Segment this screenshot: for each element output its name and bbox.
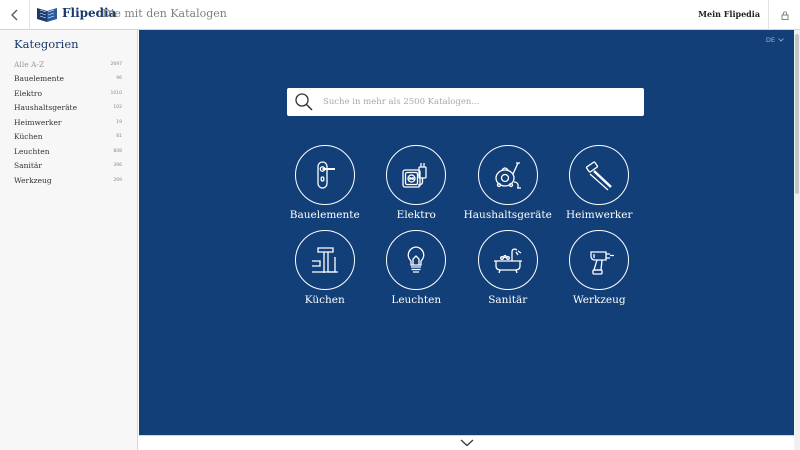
sidebar-item-count: 269 <box>113 177 122 183</box>
search-bar <box>287 88 644 116</box>
vacuum-cleaner-icon <box>495 162 521 189</box>
top-bar: Flipedia Die mit den Katalogen Mein Flip… <box>0 0 800 30</box>
category-tile-kuechen[interactable]: Küchen <box>279 230 371 306</box>
category-circle <box>477 230 538 290</box>
sidebar-item-bauelemente[interactable]: Bauelemente 96 <box>14 72 122 87</box>
sidebar-item-count: 96 <box>116 76 122 82</box>
category-list: Alle A-Z 2697 Bauelemente 96 Elektro 101… <box>14 57 122 188</box>
bathtub-icon <box>493 248 522 274</box>
sidebar-item-label: Küchen <box>14 132 43 142</box>
login-button[interactable] <box>768 0 800 30</box>
category-tile-werkzeug[interactable]: Werkzeug <box>554 230 646 306</box>
back-button[interactable] <box>0 0 30 30</box>
category-label: Werkzeug <box>572 294 626 306</box>
chevron-down-icon <box>778 38 784 42</box>
search-icon[interactable] <box>294 92 314 112</box>
scroll-down-bar[interactable] <box>139 435 794 450</box>
scrollbar-thumb[interactable] <box>795 34 799 194</box>
category-label: Leuchten <box>391 294 442 306</box>
sidebar-item-count: 396 <box>113 163 122 169</box>
sidebar-item-label: Bauelemente <box>14 74 64 84</box>
category-circle <box>294 230 355 290</box>
category-tile-leuchten[interactable]: Leuchten <box>371 230 463 306</box>
sidebar-item-kuechen[interactable]: Küchen 81 <box>14 130 122 145</box>
category-circle <box>477 145 538 205</box>
page-scrollbar[interactable] <box>794 30 800 450</box>
sidebar-item-label: Elektro <box>14 88 42 98</box>
category-tile-heimwerker[interactable]: Heimwerker <box>554 145 646 221</box>
paint-roller-icon <box>586 161 613 191</box>
category-sidebar: Kategorien Alle A-Z 2697 Bauelemente 96 … <box>0 30 138 450</box>
chevron-down-icon[interactable] <box>460 439 474 447</box>
category-label: Elektro <box>396 209 436 221</box>
sidebar-item-label: Werkzeug <box>14 175 52 185</box>
category-circle <box>386 230 447 290</box>
category-tile-elektro[interactable]: Elektro <box>371 145 463 221</box>
sidebar-item-count: 102 <box>113 105 122 111</box>
sidebar-item-count: 19 <box>116 119 122 125</box>
sidebar-title: Kategorien <box>14 37 79 51</box>
main-panel: DE Bauelemente <box>139 30 794 435</box>
category-circle <box>294 145 355 205</box>
category-label: Bauelemente <box>289 209 360 221</box>
kitchen-faucet-icon <box>311 247 338 273</box>
sidebar-item-werkzeug[interactable]: Werkzeug 269 <box>14 173 122 188</box>
book-logo-icon[interactable] <box>36 6 58 24</box>
language-label: DE <box>765 36 775 44</box>
language-selector[interactable]: DE <box>766 36 784 44</box>
sidebar-item-label: Heimwerker <box>14 117 62 127</box>
door-handle-icon <box>317 161 335 189</box>
category-tile-haushaltsgeraete[interactable]: Haushaltsgeräte <box>462 145 554 221</box>
sidebar-item-label: Haushaltsgeräte <box>14 103 78 113</box>
category-tile-sanitaer[interactable]: Sanitär <box>462 230 554 306</box>
sidebar-item-label: Alle A-Z <box>14 59 45 69</box>
mein-flipedia-link[interactable]: Mein Flipedia <box>698 9 760 19</box>
sidebar-item-count: 808 <box>113 148 122 154</box>
category-label: Heimwerker <box>565 209 633 221</box>
lock-icon <box>781 11 788 20</box>
category-label: Sanitär <box>488 294 528 306</box>
sidebar-item-alle[interactable]: Alle A-Z 2697 <box>14 57 122 72</box>
sidebar-item-elektro[interactable]: Elektro 1010 <box>14 86 122 101</box>
sidebar-item-leuchten[interactable]: Leuchten 808 <box>14 144 122 159</box>
category-label: Küchen <box>304 294 345 306</box>
search-input[interactable] <box>323 97 623 107</box>
power-plug-icon <box>402 163 427 188</box>
category-grid: Bauelemente Elektro Haushaltsgeräte Heim… <box>279 145 659 306</box>
category-circle <box>569 230 630 290</box>
category-label: Haushaltsgeräte <box>463 209 552 221</box>
power-drill-icon <box>590 251 615 275</box>
sidebar-item-count: 81 <box>116 134 122 140</box>
chevron-left-icon <box>10 9 17 21</box>
sidebar-item-heimwerker[interactable]: Heimwerker 19 <box>14 115 122 130</box>
sidebar-item-haushaltsgeraete[interactable]: Haushaltsgeräte 102 <box>14 101 122 116</box>
category-circle <box>569 145 630 205</box>
sidebar-item-count: 1010 <box>110 90 122 96</box>
light-bulb-icon <box>407 246 425 273</box>
sidebar-item-label: Sanitär <box>14 161 42 171</box>
sidebar-item-sanitaer[interactable]: Sanitär 396 <box>14 159 122 174</box>
category-tile-bauelemente[interactable]: Bauelemente <box>279 145 371 221</box>
category-circle <box>386 145 447 205</box>
brand-tagline: Die mit den Katalogen <box>102 7 227 20</box>
sidebar-item-label: Leuchten <box>14 146 50 156</box>
sidebar-item-count: 2697 <box>110 61 122 67</box>
